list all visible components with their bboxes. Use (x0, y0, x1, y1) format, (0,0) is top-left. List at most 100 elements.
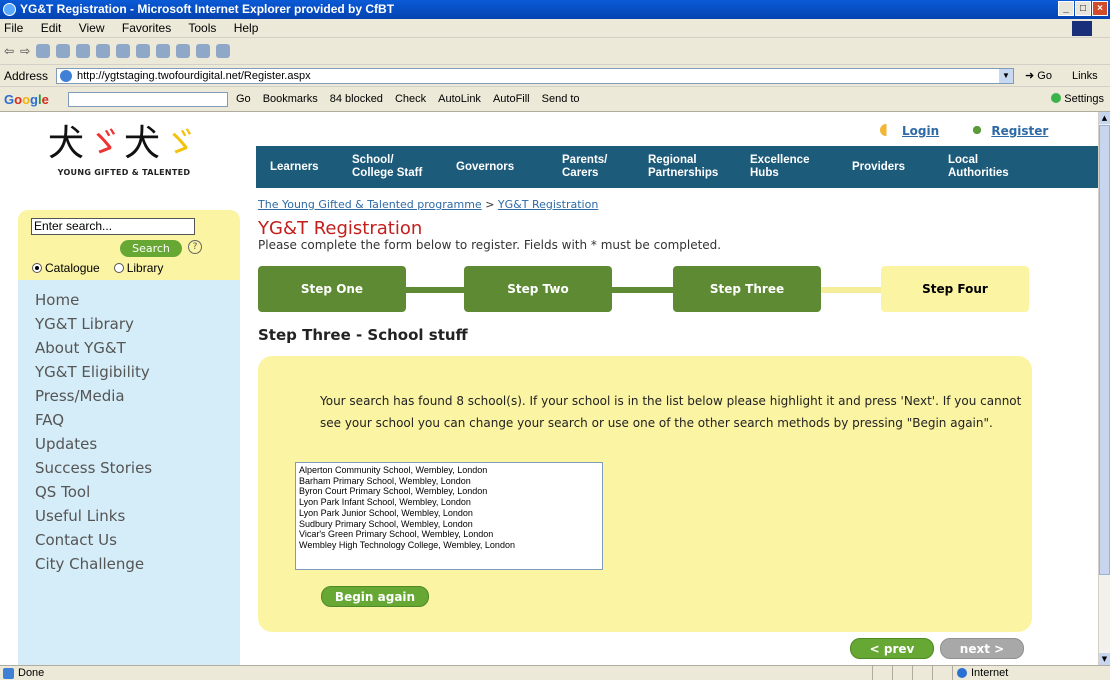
school-option[interactable]: Alperton Community School, Wembley, Lond… (299, 465, 599, 476)
maximize-button[interactable]: □ (1075, 1, 1091, 16)
nav-providers[interactable]: Providers (852, 146, 948, 188)
school-option[interactable]: Vicar's Green Primary School, Wembley, L… (299, 529, 599, 540)
favorites-icon[interactable] (116, 44, 131, 58)
popup-blocked-button[interactable]: 84 blocked (330, 87, 383, 112)
sidebar-item-contact[interactable]: Contact Us (18, 528, 240, 552)
login-link[interactable]: Login (880, 124, 939, 138)
sidebar-item-city-challenge[interactable]: City Challenge (18, 552, 240, 576)
autofill-button[interactable]: AutoFill (493, 87, 530, 112)
sidebar-item-eligibility[interactable]: YG&T Eligibility (18, 360, 240, 384)
edit-icon[interactable] (216, 44, 231, 58)
school-option[interactable]: Wembley High Technology College, Wembley… (299, 540, 599, 551)
radio-unselected-icon (113, 263, 124, 273)
menu-file[interactable]: File (4, 21, 23, 35)
sidebar-item-updates[interactable]: Updates (18, 432, 240, 456)
history-icon[interactable] (156, 44, 171, 58)
results-message: Your search has found 8 school(s). If yo… (320, 394, 1022, 430)
sidebar-item-faq[interactable]: FAQ (18, 408, 240, 432)
school-listbox[interactable]: Alperton Community School, Wembley, Lond… (295, 462, 603, 570)
school-option[interactable]: Barham Primary School, Wembley, London (299, 476, 599, 487)
google-logo: Google (4, 92, 49, 107)
main-navigation: Learners School/College Staff Governors … (256, 146, 1098, 188)
sidebar-item-library[interactable]: YG&T Library (18, 312, 240, 336)
google-search-input[interactable] (68, 92, 228, 107)
nav-local-authorities[interactable]: Local Authorities (948, 146, 1058, 188)
begin-again-button[interactable]: Begin again (321, 586, 429, 607)
help-icon[interactable]: ? (188, 240, 202, 254)
menu-edit[interactable]: Edit (41, 21, 62, 35)
breadcrumb-current-link[interactable]: YG&T Registration (498, 198, 598, 211)
radio-catalogue[interactable]: Catalogue (32, 261, 100, 275)
address-input[interactable]: http://ygtstaging.twofourdigital.net/Reg… (56, 68, 1014, 84)
nav-parents-carers[interactable]: Parents/Carers (562, 146, 648, 188)
search-input[interactable]: Enter search... (31, 218, 195, 235)
window-controls: _ □ × (1058, 1, 1108, 16)
prev-button[interactable]: < prev (850, 638, 934, 659)
register-link[interactable]: Register (969, 124, 1048, 138)
nav-excellence-hubs[interactable]: Excellence Hubs (750, 146, 852, 188)
home-icon[interactable] (76, 44, 91, 58)
site-logo[interactable]: 犬ゞ犬ゞ YOUNG GIFTED & TALENTED (10, 120, 238, 198)
school-option[interactable]: Sudbury Primary School, Wembley, London (299, 519, 599, 530)
google-go-button[interactable]: Go (236, 87, 251, 112)
refresh-icon[interactable] (56, 44, 71, 58)
nav-regional-partnerships[interactable]: Regional Partnerships (648, 146, 750, 188)
minimize-button[interactable]: _ (1058, 1, 1074, 16)
settings-button[interactable]: Settings (1051, 87, 1104, 112)
school-option[interactable]: Lyon Park Junior School, Wembley, London (299, 508, 599, 519)
search-button[interactable]: Search (120, 240, 182, 257)
nav-learners[interactable]: Learners (270, 146, 352, 188)
media-icon[interactable] (136, 44, 151, 58)
address-url: http://ygtstaging.twofourdigital.net/Reg… (77, 70, 311, 82)
breadcrumb-root-link[interactable]: The Young Gifted & Talented programme (258, 198, 482, 211)
close-button[interactable]: × (1092, 1, 1108, 16)
step-one: Step One (258, 266, 406, 312)
sidebar-search: Enter search... Search ? Catalogue Libra… (18, 210, 240, 282)
bookmarks-button[interactable]: Bookmarks (263, 87, 318, 112)
spell-check-button[interactable]: Check (395, 87, 426, 112)
sidebar-item-home[interactable]: Home (18, 288, 240, 312)
sidebar-item-qs-tool[interactable]: QS Tool (18, 480, 240, 504)
radio-library[interactable]: Library (113, 261, 163, 275)
scroll-up-icon[interactable]: ▲ (1099, 112, 1110, 124)
address-label: Address (4, 69, 49, 83)
menu-help[interactable]: Help (234, 21, 259, 35)
nav-governors[interactable]: Governors (456, 146, 562, 188)
key-icon (880, 124, 896, 136)
links-button[interactable]: Links (1072, 65, 1098, 87)
print-icon[interactable] (176, 44, 191, 58)
nav-school-staff[interactable]: School/College Staff (352, 146, 456, 188)
vertical-scrollbar[interactable]: ▲ ▼ (1098, 112, 1110, 665)
menu-view[interactable]: View (79, 21, 105, 35)
forward-icon[interactable]: ⇨ (20, 44, 30, 58)
school-option[interactable]: Byron Court Primary School, Wembley, Lon… (299, 486, 599, 497)
menu-favorites[interactable]: Favorites (122, 21, 171, 35)
school-option[interactable]: Lyon Park Infant School, Wembley, London (299, 497, 599, 508)
stop-icon[interactable] (36, 44, 51, 58)
scroll-down-icon[interactable]: ▼ (1099, 653, 1110, 665)
page-icon (60, 70, 72, 82)
menu-tools[interactable]: Tools (188, 21, 216, 35)
sidebar-item-success-stories[interactable]: Success Stories (18, 456, 240, 480)
status-segment (912, 666, 932, 680)
status-text: Done (18, 667, 45, 679)
windows-logo-icon (1072, 21, 1092, 36)
page-title: YG&T Registration (258, 218, 423, 239)
autolink-button[interactable]: AutoLink (438, 87, 481, 112)
go-button[interactable]: ➜ Go (1025, 65, 1052, 87)
address-dropdown-icon[interactable]: ▼ (999, 69, 1013, 83)
sidebar-nav: Home YG&T Library About YG&T YG&T Eligib… (18, 280, 240, 665)
back-icon[interactable]: ⇦ (4, 44, 14, 58)
next-button[interactable]: next > (940, 638, 1024, 659)
sidebar-item-press-media[interactable]: Press/Media (18, 384, 240, 408)
sidebar-item-about[interactable]: About YG&T (18, 336, 240, 360)
mail-icon[interactable] (196, 44, 211, 58)
standard-toolbar: ⇦ ⇨ (0, 38, 1110, 65)
search-icon[interactable] (96, 44, 111, 58)
send-to-button[interactable]: Send to (542, 87, 580, 112)
google-toolbar: Google Go Bookmarks 84 blocked Check Aut… (0, 87, 1110, 112)
scroll-thumb[interactable] (1099, 125, 1110, 575)
sidebar-item-useful-links[interactable]: Useful Links (18, 504, 240, 528)
ie-icon (3, 3, 16, 16)
logo-text: YOUNG GIFTED & TALENTED (57, 168, 191, 177)
